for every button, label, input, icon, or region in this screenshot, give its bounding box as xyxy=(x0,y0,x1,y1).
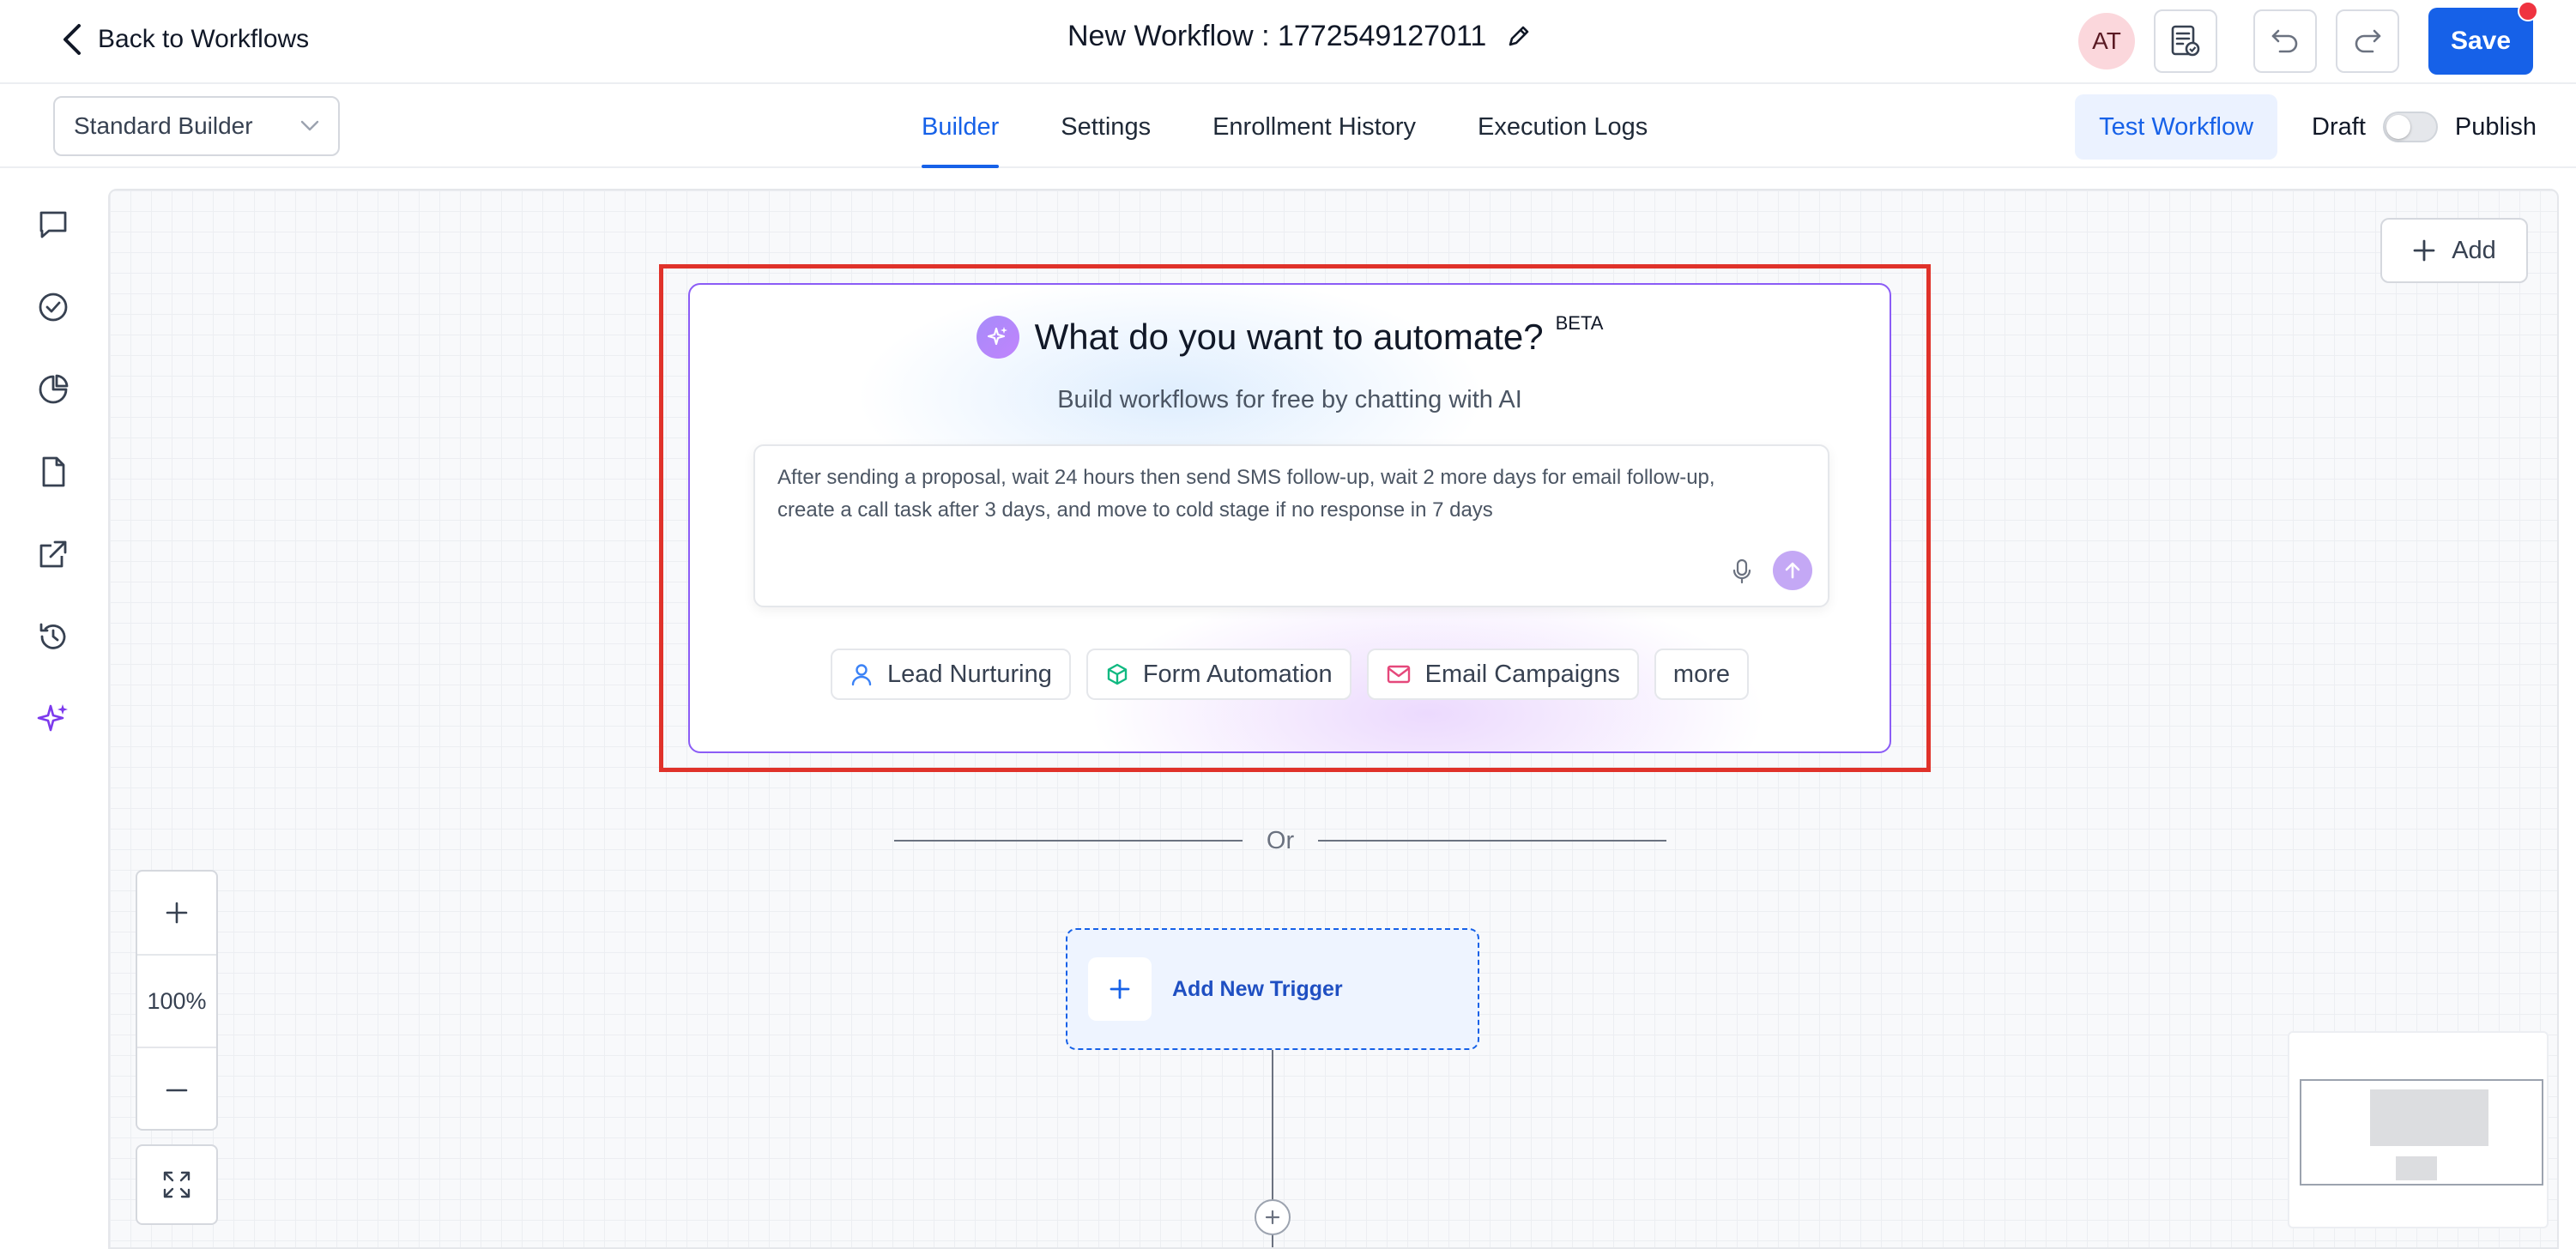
external-link-icon[interactable] xyxy=(33,534,74,575)
chip-label: Email Campaigns xyxy=(1424,660,1620,688)
draft-label: Draft xyxy=(2312,112,2366,141)
publish-status: Draft Publish xyxy=(2312,112,2537,142)
chevron-down-icon xyxy=(300,120,319,132)
chip-lead-nurturing[interactable]: Lead Nurturing xyxy=(830,649,1071,700)
save-button[interactable]: Save xyxy=(2428,1,2538,75)
zoom-in-button[interactable] xyxy=(137,872,216,956)
chip-form-automation[interactable]: Form Automation xyxy=(1085,649,1351,700)
tab-execution-logs[interactable]: Execution Logs xyxy=(1478,86,1648,168)
plus-icon xyxy=(166,902,188,924)
chip-label: more xyxy=(1672,660,1730,688)
top-actions: AT Save xyxy=(2078,1,2538,75)
minimap-node xyxy=(2370,1089,2488,1146)
send-button[interactable] xyxy=(1773,551,1812,590)
publish-controls: Test Workflow Draft Publish xyxy=(2075,94,2537,160)
arrow-up-icon xyxy=(1785,562,1800,579)
or-label: Or xyxy=(1266,826,1295,854)
builder-type-select[interactable]: Standard Builder xyxy=(53,96,340,156)
builder-select-value: Standard Builder xyxy=(74,112,253,139)
chip-label: Lead Nurturing xyxy=(886,660,1052,688)
workflow-title: New Workflow : 1772549127011 xyxy=(1067,19,1487,52)
chip-label: Form Automation xyxy=(1142,660,1333,688)
workflow-canvas[interactable]: Add What do you want to automate? BETA B… xyxy=(108,189,2559,1249)
redo-button[interactable] xyxy=(2336,9,2399,73)
microphone-icon[interactable] xyxy=(1726,556,1757,587)
ai-title: What do you want to automate? xyxy=(1034,317,1544,357)
add-new-trigger-button[interactable]: Add New Trigger xyxy=(1066,928,1479,1050)
document-icon[interactable] xyxy=(33,451,74,492)
builder-toolbar: Standard Builder Builder Settings Enroll… xyxy=(0,86,2576,168)
mail-icon xyxy=(1386,663,1412,685)
top-bar: Back to Workflows New Workflow : 1772549… xyxy=(0,0,2576,84)
zoom-controls: 100% xyxy=(136,870,218,1131)
or-divider: Or xyxy=(894,825,1666,856)
publish-label: Publish xyxy=(2454,112,2537,141)
tab-enrollment-history[interactable]: Enrollment History xyxy=(1212,86,1416,168)
prompt-text[interactable]: After sending a proposal, wait 24 hours … xyxy=(777,462,1764,527)
divider-line xyxy=(894,840,1243,842)
save-label: Save xyxy=(2450,27,2512,55)
ai-subtitle: Build workflows for free by chatting wit… xyxy=(1057,386,1522,413)
fit-view-button[interactable] xyxy=(136,1144,218,1225)
tab-settings[interactable]: Settings xyxy=(1061,86,1151,168)
divider-line xyxy=(1318,840,1666,842)
expand-icon xyxy=(163,1171,190,1198)
prompt-input[interactable]: After sending a proposal, wait 24 hours … xyxy=(753,444,1829,607)
zoom-level: 100% xyxy=(137,956,216,1048)
suggestion-chips: Lead Nurturing Form Automation Email Cam… xyxy=(690,649,1890,700)
minimap-node xyxy=(2396,1156,2437,1180)
changelog-button[interactable] xyxy=(2154,9,2217,73)
back-to-workflows-link[interactable]: Back to Workflows xyxy=(62,19,309,60)
document-check-icon xyxy=(2169,24,2202,58)
add-label: Add xyxy=(2452,236,2496,264)
plus-icon xyxy=(1088,957,1152,1021)
cube-icon xyxy=(1105,662,1129,686)
ai-builder-card: What do you want to automate? BETA Build… xyxy=(688,283,1891,753)
user-icon xyxy=(850,662,874,686)
chip-email-campaigns[interactable]: Email Campaigns xyxy=(1366,649,1639,700)
notification-dot xyxy=(2518,1,2538,21)
chevron-left-icon xyxy=(62,22,82,57)
minimap-viewport xyxy=(2300,1079,2543,1186)
trigger-label: Add New Trigger xyxy=(1172,976,1343,1001)
undo-icon xyxy=(2270,27,2301,55)
beta-badge: BETA xyxy=(1555,312,1604,334)
history-icon[interactable] xyxy=(33,616,74,657)
zoom-out-button[interactable] xyxy=(137,1048,216,1132)
add-step-button[interactable] xyxy=(1255,1199,1291,1235)
minimap[interactable] xyxy=(2288,1031,2549,1228)
add-button[interactable]: Add xyxy=(2380,218,2528,283)
tab-bar: Builder Settings Enrollment History Exec… xyxy=(922,86,1648,168)
plus-icon xyxy=(2412,238,2436,262)
avatar[interactable]: AT xyxy=(2078,13,2135,69)
publish-toggle[interactable] xyxy=(2382,112,2438,142)
ai-heading: What do you want to automate? BETA xyxy=(690,312,1890,359)
undo-button[interactable] xyxy=(2253,9,2317,73)
pie-chart-icon[interactable] xyxy=(33,369,74,410)
pencil-icon[interactable] xyxy=(1505,22,1533,50)
minus-icon xyxy=(166,1089,188,1092)
left-rail xyxy=(0,170,108,1249)
tab-builder[interactable]: Builder xyxy=(922,86,1000,168)
check-circle-icon[interactable] xyxy=(33,287,74,328)
plus-icon xyxy=(1265,1210,1280,1225)
test-workflow-button[interactable]: Test Workflow xyxy=(2075,94,2278,160)
sparkle-icon[interactable] xyxy=(33,698,74,739)
back-label: Back to Workflows xyxy=(98,25,310,53)
chip-more[interactable]: more xyxy=(1654,649,1749,700)
workflow-title-area: New Workflow : 1772549127011 xyxy=(1067,15,1533,57)
chat-icon[interactable] xyxy=(33,204,74,245)
redo-icon xyxy=(2352,27,2383,55)
ai-sparkle-icon xyxy=(976,316,1019,359)
